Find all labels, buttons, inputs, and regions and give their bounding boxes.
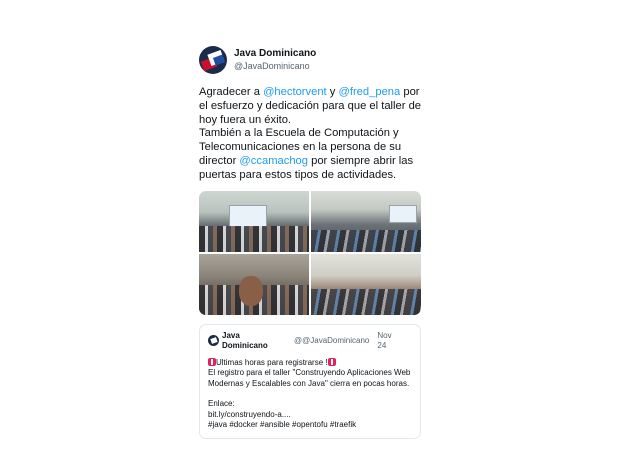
author-display-name[interactable]: Java Dominicano [234,48,316,60]
quoted-link[interactable]: bit.ly/construyendo-a.... [208,410,412,421]
photo-lab-room[interactable] [311,253,421,315]
avatar[interactable] [208,334,219,346]
photo-students-laptops[interactable] [311,190,421,252]
quoted-line-1: Ultimas horas para registrarse ! [208,357,412,369]
tweet-text-part: y [326,86,339,98]
tweet-header: Java Dominicano @JavaDominicano [199,44,423,76]
tweet-text: Agradecer a @hectorvent y @fred_pena por… [199,86,423,183]
quoted-line-1-text: Ultimas horas para registrarse ! [216,357,328,367]
quoted-line-2: El registro para el taller "Construyendo… [208,368,411,388]
photo-selfie-group[interactable] [199,253,309,315]
embedded-tweet: Java Dominicano @JavaDominicano Agradece… [199,44,423,439]
avatar[interactable] [199,46,227,74]
author-handle[interactable]: @JavaDominicano [234,60,316,72]
quoted-tweet-header: Java Dominicano @@JavaDominicano Nov 24 [208,331,412,353]
rotating-light-icon [327,357,336,366]
rotating-light-icon [208,357,216,366]
photo-group-classroom[interactable] [199,190,309,252]
mention-link[interactable]: @fred_pena [338,86,400,98]
tweet-text-part: Agradecer a [199,86,264,98]
mention-link[interactable]: @hectorvent [263,86,327,98]
quoted-date[interactable]: Nov 24 [377,331,401,351]
mention-link[interactable]: @ccamachog [239,155,308,167]
quoted-handle[interactable]: @@JavaDominicano [294,336,369,345]
quoted-display-name[interactable]: Java Dominicano [222,331,286,351]
quoted-tweet[interactable]: Java Dominicano @@JavaDominicano Nov 24 … [199,323,421,439]
quoted-line-3: Enlace: [208,399,235,409]
quoted-tweet-text: Ultimas horas para registrarse ! El regi… [208,357,412,431]
quoted-hashtags[interactable]: #java #docker #ansible #opentofu #traefi… [208,420,412,431]
photo-grid [199,190,421,315]
author-info: Java Dominicano @JavaDominicano [234,48,316,72]
